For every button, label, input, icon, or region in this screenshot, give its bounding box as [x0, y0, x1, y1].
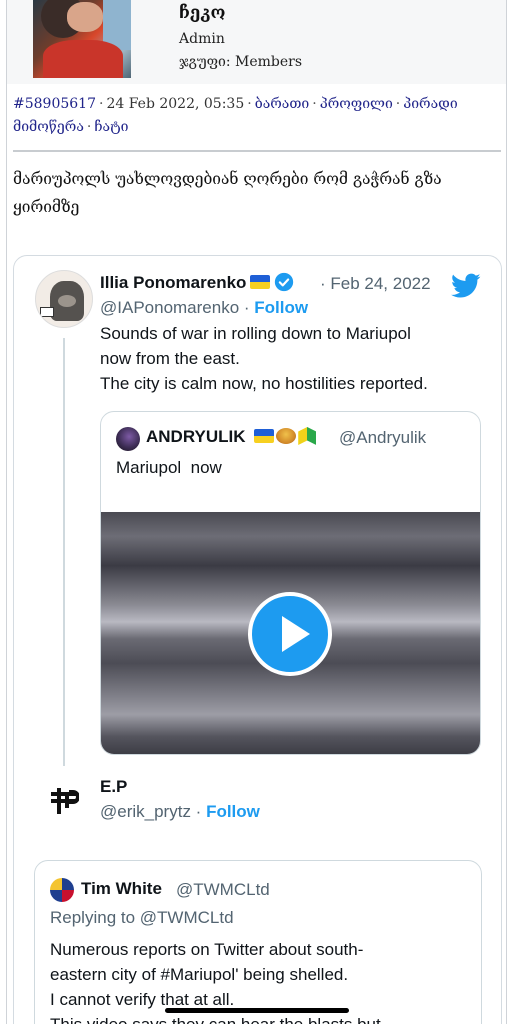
quoted-handle[interactable]: @Andryulik: [339, 428, 426, 448]
reply-handle-line: @erik_prytz · Follow: [100, 802, 260, 821]
author-avatar[interactable]: [33, 0, 131, 78]
reply-handle[interactable]: @erik_prytz: [100, 802, 191, 821]
quoted-author-avatar[interactable]: [116, 427, 140, 451]
post-date: 24 Feb 2022, 05:35: [106, 96, 245, 112]
chat-link[interactable]: ჩატი: [94, 119, 128, 135]
post-id-link[interactable]: #58905617: [13, 96, 96, 112]
quoted-text: Mariupol now: [116, 458, 222, 477]
thread-line: [63, 338, 65, 766]
card-link[interactable]: ბარათი: [255, 96, 310, 112]
reply-follow-button[interactable]: Follow: [206, 802, 260, 821]
beginner-symbol-icon: [298, 427, 317, 445]
video-thumbnail[interactable]: [101, 512, 480, 754]
follow-button[interactable]: Follow: [254, 298, 308, 317]
forum-page: ჩეკო Admin ჯგუფი: Members #58905617 · 24 F…: [0, 0, 514, 1024]
home-indicator[interactable]: [165, 1008, 349, 1013]
reply-author-name[interactable]: E.P: [100, 777, 127, 797]
quoted-tweet-2[interactable]: Tim White @TWMCLtd Replying to @TWMCLtd …: [34, 860, 482, 1024]
pancake-emoji-icon: [276, 428, 297, 444]
right-border: [506, 0, 507, 1024]
quoted-author-2-name[interactable]: Tim White: [81, 879, 162, 899]
author-group: ჯგუფი: Members: [179, 54, 303, 70]
tweet-handle[interactable]: @IAPonomarenko: [100, 298, 239, 317]
quoted-author-2-avatar[interactable]: [50, 878, 74, 902]
tweet-handle-line: @IAPonomarenko · Follow: [100, 298, 309, 317]
ep-logo-icon: [51, 788, 80, 814]
profile-link[interactable]: პროფილი: [320, 96, 393, 112]
quoted-author-2-handle[interactable]: @TWMCLtd: [176, 880, 270, 900]
author-name[interactable]: ჩეკო: [179, 3, 225, 23]
post-divider: [13, 150, 501, 152]
post-meta: #58905617 · 24 Feb 2022, 05:35 · ბარათი · პროფ…: [13, 96, 458, 135]
left-border: [6, 0, 7, 1024]
twitter-bird-icon[interactable]: [451, 273, 481, 299]
author-role: Admin: [179, 31, 225, 47]
play-icon[interactable]: [248, 592, 332, 676]
quoted-author-name[interactable]: ANDRYULIK: [146, 427, 317, 447]
tweet-author-name[interactable]: Illia Ponomarenko: [100, 272, 294, 293]
author-block: ჩეკო Admin ჯგუფი: Members: [7, 0, 506, 84]
reply-author-avatar[interactable]: [49, 786, 80, 816]
tweet-embed[interactable]: Illia Ponomarenko · Feb 24, 2022 @IAPono…: [13, 255, 502, 1024]
ukraine-flag-icon: [250, 275, 271, 289]
replying-to[interactable]: Replying to @TWMCLtd: [50, 908, 234, 928]
tweet-body: Sounds of war in rolling down to Mariupo…: [100, 324, 428, 393]
tweet-author-avatar[interactable]: [35, 270, 93, 328]
quoted-tweet[interactable]: ANDRYULIK @Andryulik Mariupol now: [100, 411, 481, 755]
verified-badge-icon: [275, 272, 294, 292]
tweet-date[interactable]: · Feb 24, 2022: [320, 274, 431, 294]
post-text: მარიუპოლს უახლოვდებიან ღორები რომ გაჭრან…: [13, 170, 442, 216]
ukraine-flag-icon: [254, 429, 275, 443]
